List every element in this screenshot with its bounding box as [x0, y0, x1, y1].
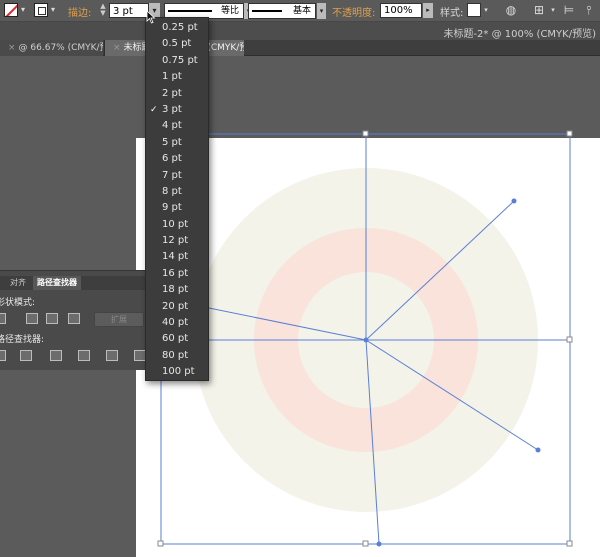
- stroke-weight-option[interactable]: 0.5 pt: [146, 36, 208, 52]
- outline-icon[interactable]: [106, 350, 118, 361]
- option-label: 40 pt: [162, 317, 189, 329]
- pathfinders-label: 路径查找器:: [0, 335, 45, 345]
- divide-icon[interactable]: [0, 350, 6, 361]
- bounding-box-handle[interactable]: [566, 130, 573, 137]
- option-label: 2 pt: [162, 87, 182, 99]
- exclude-icon[interactable]: [68, 313, 80, 324]
- stroke-weight-option[interactable]: 9 pt: [146, 200, 208, 216]
- option-label: 14 pt: [162, 251, 189, 263]
- option-label: 12 pt: [162, 235, 189, 247]
- bounding-box-handle[interactable]: [362, 540, 369, 547]
- bounding-box-handle[interactable]: [566, 336, 573, 343]
- checkmark-icon: ✓: [150, 104, 158, 115]
- option-label: 10 pt: [162, 218, 189, 230]
- stroke-weight-option[interactable]: 40 pt: [146, 315, 208, 331]
- stroke-weight-menu: 0.25 pt 0.5 pt 0.75 pt 1 pt 2 pt ✓ 3 pt 4 pt 5 p…: [145, 17, 209, 381]
- option-label: 0.75 pt: [162, 54, 198, 66]
- stroke-weight-option[interactable]: 1 pt: [146, 69, 208, 85]
- stroke-weight-option[interactable]: 0.75 pt: [146, 53, 208, 69]
- option-label: 80 pt: [162, 349, 189, 361]
- option-label: 7 pt: [162, 169, 182, 181]
- crop-icon[interactable]: [78, 350, 90, 361]
- stroke-weight-option[interactable]: 12 pt: [146, 233, 208, 249]
- bounding-box-handle[interactable]: [362, 130, 369, 137]
- minus-front-icon[interactable]: [26, 313, 38, 324]
- bounding-box-handle[interactable]: [157, 540, 164, 547]
- stroke-weight-option[interactable]: 5 pt: [146, 135, 208, 151]
- option-label: 5 pt: [162, 136, 182, 148]
- anchor-point[interactable]: [376, 541, 382, 547]
- shape-modes-label: 形状模式:: [0, 298, 36, 308]
- trim-icon[interactable]: [20, 350, 32, 361]
- stroke-weight-option[interactable]: 14 pt: [146, 249, 208, 265]
- option-label: 9 pt: [162, 202, 182, 214]
- stroke-weight-option[interactable]: 16 pt: [146, 266, 208, 282]
- stroke-weight-option[interactable]: 10 pt: [146, 217, 208, 233]
- option-label: 18 pt: [162, 284, 189, 296]
- option-label: 8 pt: [162, 185, 182, 197]
- anchor-point[interactable]: [363, 337, 369, 343]
- option-label: 100 pt: [162, 366, 195, 378]
- option-label: 4 pt: [162, 120, 182, 132]
- stroke-weight-option[interactable]: 7 pt: [146, 168, 208, 184]
- unite-icon[interactable]: [0, 313, 6, 324]
- option-label: 6 pt: [162, 153, 182, 165]
- stroke-weight-option[interactable]: ✓ 3 pt: [146, 102, 208, 118]
- merge-icon[interactable]: [50, 350, 62, 361]
- stroke-weight-option[interactable]: 2 pt: [146, 86, 208, 102]
- intersect-icon[interactable]: [46, 313, 58, 324]
- option-label: 3 pt: [162, 103, 182, 115]
- stroke-weight-option[interactable]: 60 pt: [146, 331, 208, 347]
- stroke-weight-option[interactable]: 6 pt: [146, 151, 208, 167]
- option-label: 0.25 pt: [162, 22, 198, 33]
- bounding-box-handle[interactable]: [566, 540, 573, 547]
- illustrator-window: ▾ ▾ 描边: ▲▼ 3 pt ▾ 等比 ▾ 基本 ▾ 不透明度: 100% ▸…: [0, 0, 600, 557]
- anchor-point[interactable]: [535, 447, 541, 453]
- tab-align[interactable]: 对齐: [6, 276, 30, 290]
- stroke-weight-option[interactable]: 100 pt: [146, 364, 208, 380]
- stroke-weight-option[interactable]: 8 pt: [146, 184, 208, 200]
- panel-tab-strip: 对齐 路径查找器: [0, 276, 150, 290]
- option-label: 60 pt: [162, 333, 189, 345]
- option-label: 0.5 pt: [162, 38, 192, 50]
- tab-pathfinder[interactable]: 路径查找器: [33, 276, 81, 290]
- option-label: 16 pt: [162, 267, 189, 279]
- expand-button[interactable]: 扩展: [94, 312, 144, 327]
- anchor-point[interactable]: [511, 198, 517, 204]
- stroke-weight-option[interactable]: 4 pt: [146, 118, 208, 134]
- option-label: 1 pt: [162, 71, 182, 83]
- option-label: 20 pt: [162, 300, 189, 312]
- mouse-cursor-icon: [146, 10, 156, 24]
- stroke-weight-option[interactable]: 80 pt: [146, 348, 208, 364]
- stroke-weight-option[interactable]: 20 pt: [146, 299, 208, 315]
- stroke-weight-option[interactable]: 18 pt: [146, 282, 208, 298]
